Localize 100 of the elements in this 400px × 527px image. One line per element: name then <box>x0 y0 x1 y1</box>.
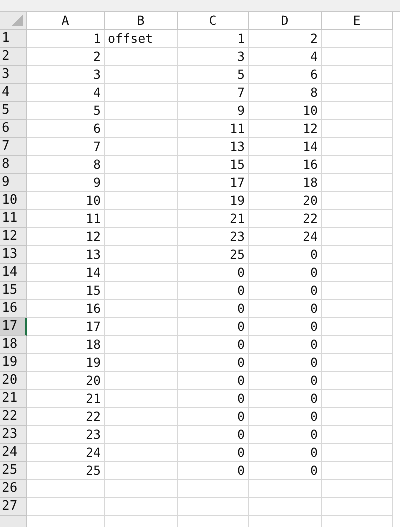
row-header[interactable]: 5 <box>0 102 27 120</box>
table-cell: 0 <box>249 408 322 426</box>
table-cell: 0 <box>249 282 322 300</box>
row-header[interactable]: 6 <box>0 120 27 138</box>
table-cell: 6 <box>27 120 105 138</box>
table-cell: 12 <box>27 228 105 246</box>
table-cell: 22 <box>27 408 105 426</box>
row-header[interactable]: 26 <box>0 480 27 498</box>
row-header[interactable]: 21 <box>0 390 27 408</box>
table-cell: 14 <box>249 138 322 156</box>
row-header[interactable]: 20 <box>0 372 27 390</box>
row-header[interactable]: 9 <box>0 174 27 192</box>
table-cell: 15 <box>27 282 105 300</box>
table-cell: 23 <box>27 426 105 444</box>
row-header[interactable]: 27 <box>0 498 27 516</box>
table-cell: 9 <box>178 102 249 120</box>
row-header[interactable]: 8 <box>0 156 27 174</box>
table-cell <box>322 246 393 264</box>
column-header[interactable]: C <box>178 12 249 30</box>
table-cell: 0 <box>178 354 249 372</box>
table-cell: 0 <box>249 318 322 336</box>
row-header[interactable]: 1 <box>0 30 27 48</box>
row-header[interactable]: 16 <box>0 300 27 318</box>
table-cell: 13 <box>178 138 249 156</box>
table-cell: 0 <box>249 462 322 480</box>
table-cell: 0 <box>178 264 249 282</box>
row-header[interactable]: 22 <box>0 408 27 426</box>
table-cell: 17 <box>27 318 105 336</box>
table-cell <box>322 174 393 192</box>
table-cell <box>322 444 393 462</box>
table-cell <box>322 480 393 498</box>
table-cell: 0 <box>178 390 249 408</box>
table-cell: 0 <box>249 426 322 444</box>
table-cell <box>322 408 393 426</box>
row-header[interactable]: 10 <box>0 192 27 210</box>
table-cell: 0 <box>178 336 249 354</box>
table-cell: 10 <box>27 192 105 210</box>
row-header[interactable]: 13 <box>0 246 27 264</box>
table-cell: 21 <box>178 210 249 228</box>
table-cell: 0 <box>178 426 249 444</box>
table-cell: 24 <box>27 444 105 462</box>
row-header[interactable]: 14 <box>0 264 27 282</box>
table-cell: 8 <box>249 84 322 102</box>
table-cell: 8 <box>27 156 105 174</box>
table-cell <box>322 390 393 408</box>
table-cell: 13 <box>27 246 105 264</box>
select-all-corner[interactable] <box>0 12 27 30</box>
column-header[interactable]: A <box>27 12 105 30</box>
table-cell: 0 <box>178 282 249 300</box>
table-cell: 0 <box>249 390 322 408</box>
table-cell: 20 <box>27 372 105 390</box>
table-cell: 20 <box>249 192 322 210</box>
table-cell: 25 <box>178 246 249 264</box>
column-header[interactable]: B <box>105 12 178 30</box>
row-header[interactable]: 15 <box>0 282 27 300</box>
table-cell <box>322 138 393 156</box>
column-header[interactable]: E <box>322 12 393 30</box>
table-cell <box>322 228 393 246</box>
table-cell <box>322 30 393 48</box>
table-cell: 25 <box>27 462 105 480</box>
table-cell <box>322 336 393 354</box>
table-cell <box>322 462 393 480</box>
row-header[interactable]: 7 <box>0 138 27 156</box>
table-cell: 16 <box>27 300 105 318</box>
table-cell: 0 <box>249 336 322 354</box>
table-cell <box>178 498 249 516</box>
row-header[interactable]: 4 <box>0 84 27 102</box>
table-cell: 2 <box>249 30 322 48</box>
table-cell: 7 <box>178 84 249 102</box>
table-cell: 6 <box>249 66 322 84</box>
table-cell <box>322 354 393 372</box>
table-cell: 0 <box>249 372 322 390</box>
table-cell: 0 <box>178 444 249 462</box>
row-header[interactable]: 24 <box>0 444 27 462</box>
table-cell: 3 <box>27 66 105 84</box>
table-cell: 0 <box>249 246 322 264</box>
table-cell: 14 <box>27 264 105 282</box>
column-header[interactable]: D <box>249 12 322 30</box>
table-cell: 0 <box>249 264 322 282</box>
table-cell <box>322 210 393 228</box>
table-cell: 9 <box>27 174 105 192</box>
table-cell: 16 <box>249 156 322 174</box>
row-header[interactable]: 2 <box>0 48 27 66</box>
table-cell: 0 <box>178 318 249 336</box>
row-header[interactable]: 3 <box>0 66 27 84</box>
row-header[interactable]: 12 <box>0 228 27 246</box>
row-header[interactable]: 23 <box>0 426 27 444</box>
row-header[interactable]: 11 <box>0 210 27 228</box>
table-cell: 0 <box>178 372 249 390</box>
row-header[interactable]: 19 <box>0 354 27 372</box>
table-cell <box>322 156 393 174</box>
row-header[interactable]: 25 <box>0 462 27 480</box>
table-cell <box>322 372 393 390</box>
table-cell: 5 <box>27 102 105 120</box>
row-header[interactable]: 18 <box>0 336 27 354</box>
table-cell: 0 <box>249 354 322 372</box>
row-header[interactable]: 17 <box>0 318 27 336</box>
table-cell: 0 <box>178 408 249 426</box>
table-cell <box>322 318 393 336</box>
table-cell: 18 <box>249 174 322 192</box>
